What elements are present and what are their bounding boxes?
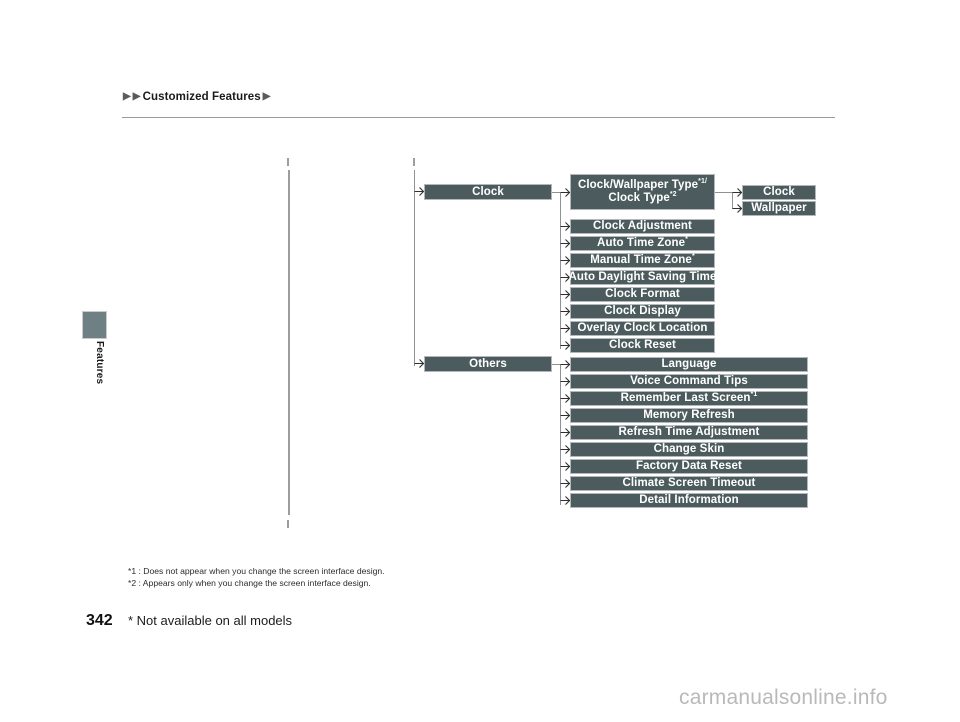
- node-factory-data-reset[interactable]: Factory Data Reset: [570, 459, 808, 474]
- header-divider: [122, 117, 835, 118]
- node-remember-last-screen[interactable]: Remember Last Screen*1: [570, 391, 808, 406]
- breadcrumb: ▶ ▶ Customized Features ▶: [122, 91, 272, 103]
- section-tab-label: Features: [94, 341, 105, 385]
- node-label: Auto Time Zone*: [597, 236, 688, 250]
- arrow-to-language-icon: [560, 359, 571, 369]
- node-overlay-clock-location[interactable]: Overlay Clock Location: [570, 321, 715, 336]
- node-others-parent[interactable]: Others: [424, 356, 552, 372]
- node-label: Refresh Time Adjustment: [618, 426, 760, 439]
- others-children-spine: [560, 364, 561, 505]
- node-auto-daylight-saving-time[interactable]: Auto Daylight Saving Time: [568, 270, 717, 285]
- node-climate-screen-timeout[interactable]: Climate Screen Timeout: [570, 476, 808, 491]
- arrow-to-clock-wallpaper-type-icon: [560, 187, 571, 197]
- node-label: Clock Format: [605, 288, 680, 301]
- arrow-to-manual-time-zone-icon: [560, 255, 571, 265]
- breadcrumb-arrow-icon-2: ▶: [132, 91, 141, 102]
- node-language[interactable]: Language: [570, 357, 808, 372]
- node-label-line1: Clock/Wallpaper Type*1/: [577, 178, 708, 192]
- node-manual-time-zone[interactable]: Manual Time Zone*: [570, 253, 715, 268]
- node-refresh-time-adjustment[interactable]: Refresh Time Adjustment: [570, 425, 808, 440]
- node-label: Wallpaper: [751, 202, 807, 215]
- arrow-to-clock-format-icon: [560, 289, 571, 299]
- arrow-to-clock-reset-icon: [560, 340, 571, 350]
- guide-tick-top-left: [287, 158, 289, 166]
- node-label: Clock Display: [604, 305, 681, 318]
- node-label: Remember Last Screen*1: [620, 391, 758, 405]
- type-to-grandchildren-connector: [715, 192, 733, 193]
- node-clock-parent[interactable]: Clock: [424, 184, 552, 200]
- others-parent-connector: [552, 364, 570, 365]
- node-clock-format[interactable]: Clock Format: [570, 287, 715, 302]
- guide-tick-top-trunk: [413, 158, 415, 166]
- footnote-2: *2 : Appears only when you change the sc…: [128, 578, 371, 589]
- watermark: carmanualsonline.info: [679, 686, 888, 709]
- node-label: Clock: [763, 186, 795, 199]
- node-label: Overlay Clock Location: [577, 322, 708, 335]
- arrow-to-refresh-time-adjustment-icon: [560, 427, 571, 437]
- clock-children-spine: [560, 192, 561, 349]
- node-label: Change Skin: [653, 443, 725, 456]
- arrow-to-detail-information-icon: [560, 495, 571, 505]
- node-detail-information[interactable]: Detail Information: [570, 493, 808, 508]
- footnote-1: *1 : Does not appear when you change the…: [128, 566, 385, 576]
- node-label: Language: [661, 358, 717, 371]
- arrow-to-clock-icon: [414, 186, 425, 196]
- arrow-to-clock-display-icon: [560, 306, 571, 316]
- node-clock-option[interactable]: Clock: [742, 185, 816, 200]
- arrow-to-climate-screen-timeout-icon: [560, 478, 571, 488]
- node-label: Voice Command Tips: [630, 375, 748, 388]
- arrow-to-auto-time-zone-icon: [560, 238, 571, 248]
- arrow-to-remember-last-screen-icon: [560, 393, 571, 403]
- arrow-to-voice-command-tips-icon: [560, 376, 571, 386]
- node-clock-wallpaper-type[interactable]: Clock/Wallpaper Type*1/ Clock Type*2: [570, 174, 715, 210]
- trunk-line: [414, 170, 415, 366]
- arrow-to-change-skin-icon: [560, 444, 571, 454]
- footnotes: *1 : Does not appear when you change the…: [128, 565, 385, 590]
- node-label: Climate Screen Timeout: [622, 477, 756, 490]
- guide-line-left: [288, 170, 290, 515]
- page-footer-note: * Not available on all models: [128, 613, 293, 628]
- page-number: 342: [86, 612, 113, 629]
- node-label: Clock Adjustment: [593, 220, 692, 233]
- node-clock-reset[interactable]: Clock Reset: [570, 338, 715, 353]
- arrow-to-clock-adjustment-icon: [560, 221, 571, 231]
- node-label: Detail Information: [639, 494, 739, 507]
- guide-tick-bottom-left: [287, 520, 289, 528]
- node-wallpaper-option[interactable]: Wallpaper: [742, 201, 816, 216]
- arrow-to-memory-refresh-icon: [560, 410, 571, 420]
- node-label: Factory Data Reset: [636, 460, 742, 473]
- node-label: Memory Refresh: [643, 409, 735, 422]
- arrow-to-wallpaper-option-icon: [732, 203, 743, 213]
- section-tab-marker: [82, 311, 107, 339]
- node-memory-refresh[interactable]: Memory Refresh: [570, 408, 808, 423]
- node-label: Manual Time Zone*: [590, 253, 695, 267]
- arrow-to-auto-daylight-saving-time-icon: [560, 272, 571, 282]
- node-label: Others: [469, 357, 507, 370]
- arrow-to-factory-data-reset-icon: [560, 461, 571, 471]
- breadcrumb-arrow-icon-3: ▶: [262, 91, 271, 102]
- node-change-skin[interactable]: Change Skin: [570, 442, 808, 457]
- grandchildren-spine: [732, 192, 733, 209]
- node-clock-adjustment[interactable]: Clock Adjustment: [570, 219, 715, 234]
- node-label: Clock Reset: [609, 339, 676, 352]
- node-voice-command-tips[interactable]: Voice Command Tips: [570, 374, 808, 389]
- node-label: Auto Daylight Saving Time: [568, 271, 717, 284]
- clock-parent-connector: [552, 192, 570, 193]
- node-label-line2: Clock Type*2: [608, 191, 677, 204]
- node-auto-time-zone[interactable]: Auto Time Zone*: [570, 236, 715, 251]
- arrow-to-others-icon: [414, 358, 425, 368]
- arrow-to-clock-option-icon: [732, 187, 743, 197]
- breadcrumb-arrow-icon: ▶: [123, 91, 131, 102]
- breadcrumb-label: Customized Features: [142, 91, 261, 103]
- node-label: Clock: [472, 185, 504, 198]
- arrow-to-overlay-clock-location-icon: [560, 323, 571, 333]
- node-clock-display[interactable]: Clock Display: [570, 304, 715, 319]
